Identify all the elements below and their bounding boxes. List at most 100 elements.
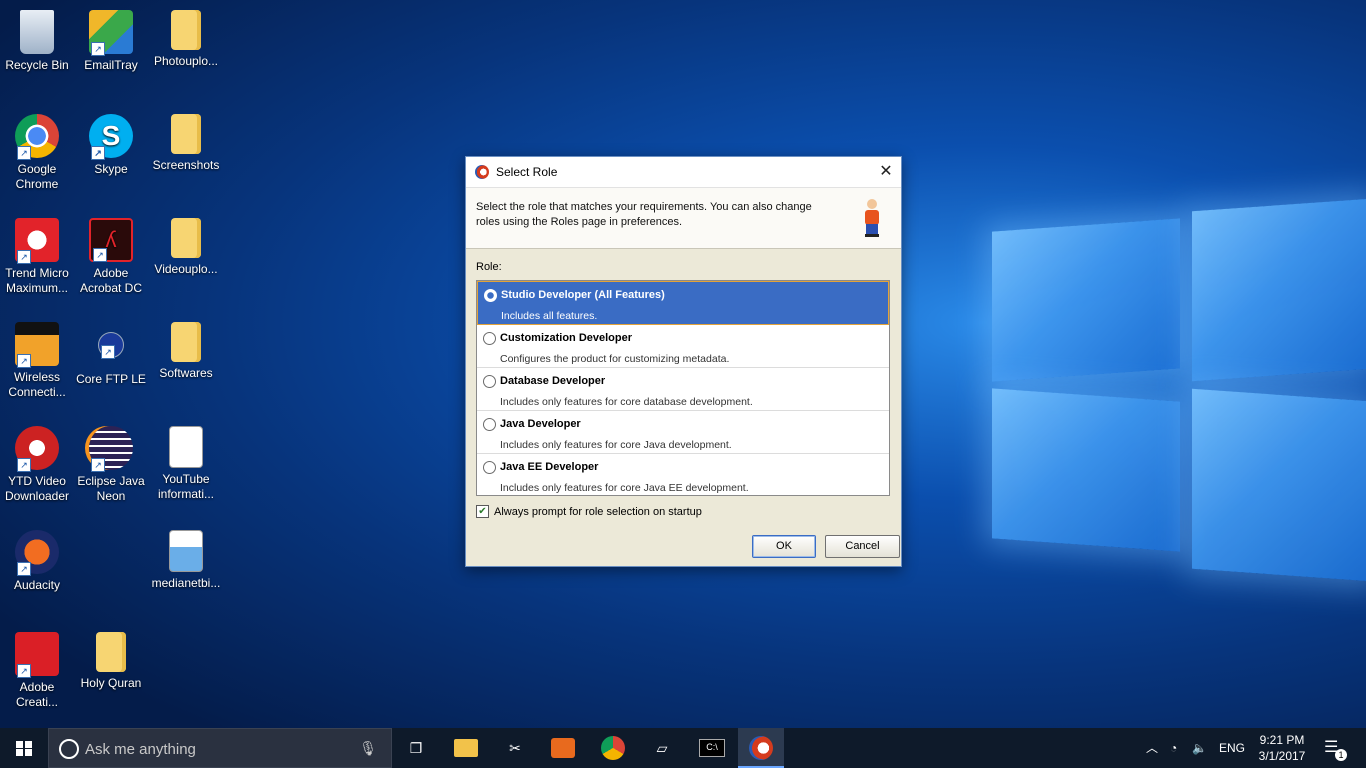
desktop-icon-label: Photouplo... bbox=[153, 54, 219, 68]
desktop-icon-videouploads[interactable]: Videouplo... bbox=[149, 218, 223, 277]
close-icon[interactable]: ✕ bbox=[871, 157, 901, 187]
dialog-title: Select Role bbox=[496, 165, 558, 179]
show-hidden-icons-chevron-icon[interactable]: ︿ bbox=[1146, 728, 1158, 768]
role-name: Database Developer bbox=[500, 375, 606, 387]
ytd-icon: ↗ bbox=[15, 426, 59, 472]
desktop-icon-ytd-downloader[interactable]: ↗ YTD Video Downloader bbox=[0, 426, 74, 504]
desktop-icon-label: Recycle Bin bbox=[5, 58, 69, 72]
person-icon bbox=[865, 199, 879, 237]
desktop-icon-label: medianetbi... bbox=[151, 576, 221, 590]
snipping-tool-icon[interactable]: ✂ bbox=[503, 736, 527, 760]
desktop-icon-label: Adobe Creati... bbox=[15, 680, 58, 709]
role-description: Includes only features for core Java EE … bbox=[500, 482, 749, 494]
desktop-icon-audacity[interactable]: ↗ Audacity bbox=[0, 530, 74, 593]
always-prompt-label: Always prompt for role selection on star… bbox=[494, 505, 702, 518]
wallpaper-logo bbox=[980, 195, 1366, 582]
role-item-database-developer[interactable]: Database Developer Includes only feature… bbox=[477, 368, 889, 411]
desktop-icon-label: Softwares bbox=[159, 366, 213, 380]
desktop-icon-label: Holy Quran bbox=[80, 676, 142, 690]
dlink-icon: ↗ bbox=[15, 322, 59, 368]
language-indicator[interactable]: ENG bbox=[1219, 728, 1245, 768]
coreftp-icon: ↗ bbox=[98, 332, 124, 359]
role-item-java-developer[interactable]: Java Developer Includes only features fo… bbox=[477, 411, 889, 454]
folder-icon bbox=[171, 218, 201, 258]
desktop-icon-adobe-acrobat[interactable]: ʎ ↗ Adobe Acrobat DC bbox=[74, 218, 148, 296]
radio-button[interactable] bbox=[483, 418, 496, 431]
trend-micro-icon: ↗ bbox=[15, 218, 59, 264]
role-name: Customization Developer bbox=[500, 332, 633, 344]
radio-button[interactable] bbox=[483, 375, 496, 388]
role-item-customization-developer[interactable]: Customization Developer Configures the p… bbox=[477, 325, 889, 368]
folder-icon bbox=[96, 632, 126, 672]
radio-button[interactable] bbox=[483, 332, 496, 345]
windows-logo-icon bbox=[16, 741, 32, 756]
chrome-taskbar-icon[interactable] bbox=[601, 736, 625, 760]
desktop-icon-eclipse[interactable]: ↗ Eclipse Java Neon bbox=[74, 426, 148, 504]
desktop-icon-adobe-creative-cloud[interactable]: ↗ Adobe Creati... bbox=[0, 632, 74, 710]
select-role-dialog: Select Role ✕ Select the role that match… bbox=[465, 156, 902, 567]
role-item-java-ee-developer[interactable]: Java EE Developer Includes only features… bbox=[477, 454, 889, 496]
desktop-icon-skype[interactable]: S ↗ Skype bbox=[74, 114, 148, 177]
clock-date: 3/1/2017 bbox=[1258, 749, 1306, 763]
taskbar: Ask me anything 🎙 ❐ ✂ ▱ C:\ ︿ ◔ 🔈 ENG 9:… bbox=[0, 728, 1366, 768]
always-prompt-checkbox[interactable]: ✔ bbox=[476, 505, 489, 518]
desktop-icon-youtube-info[interactable]: YouTube informati... bbox=[149, 426, 223, 502]
ok-button[interactable]: OK bbox=[752, 535, 816, 558]
role-item-studio-developer[interactable]: Studio Developer (All Features) Includes… bbox=[477, 281, 889, 325]
desktop-icon-recycle-bin[interactable]: Recycle Bin bbox=[0, 10, 74, 73]
desktop-icon-label: Adobe Acrobat DC bbox=[79, 266, 143, 295]
desktop-icon-wireless-connection[interactable]: ↗ Wireless Connecti... bbox=[0, 322, 74, 400]
microphone-icon[interactable]: 🎙 bbox=[359, 740, 377, 757]
chrome-icon: ↗ bbox=[15, 114, 59, 160]
dialog-header: Select the role that matches your requir… bbox=[466, 188, 901, 249]
desktop-icon-label: Skype bbox=[94, 162, 128, 176]
task-view-icon[interactable]: ❐ bbox=[404, 736, 428, 760]
desktop-icon-label: Core FTP LE bbox=[76, 372, 146, 386]
role-name: Java Developer bbox=[500, 418, 581, 430]
desktop-icon-medianetbi[interactable]: medianetbi... bbox=[149, 530, 223, 591]
clock[interactable]: 9:21 PM 3/1/2017 bbox=[1252, 732, 1312, 764]
action-center-icon[interactable]: ☰ bbox=[1324, 728, 1338, 768]
notes-icon[interactable]: ▱ bbox=[650, 736, 674, 760]
desktop-icon-softwares[interactable]: Softwares bbox=[149, 322, 223, 381]
desktop-icon-google-chrome[interactable]: ↗ Google Chrome bbox=[0, 114, 74, 192]
role-description: Includes all features. bbox=[501, 310, 598, 322]
desktop-icon-trend-micro[interactable]: ↗ Trend Micro Maximum... bbox=[0, 218, 74, 296]
role-list: Studio Developer (All Features) Includes… bbox=[476, 280, 890, 496]
network-icon[interactable]: ◔ bbox=[1170, 728, 1177, 768]
desktop-icon-label: Videouplo... bbox=[154, 262, 218, 276]
media-player-icon[interactable] bbox=[551, 738, 575, 758]
command-prompt-icon[interactable]: C:\ bbox=[699, 739, 725, 757]
start-button[interactable] bbox=[0, 728, 48, 768]
radio-button[interactable] bbox=[483, 461, 496, 474]
skype-icon: S ↗ bbox=[89, 114, 133, 160]
desktop-icon-core-ftp[interactable]: ↗ Core FTP LE bbox=[74, 322, 148, 387]
desktop-icon-label: Audacity bbox=[13, 578, 61, 592]
desktop-icon-label: Screenshots bbox=[152, 158, 220, 172]
file-explorer-icon[interactable] bbox=[454, 739, 478, 757]
desktop-icon-label: YTD Video Downloader bbox=[4, 474, 70, 503]
emailtray-icon: ↗ bbox=[89, 10, 133, 56]
role-description: Configures the product for customizing m… bbox=[500, 353, 730, 365]
app-icon bbox=[475, 165, 489, 179]
volume-icon[interactable]: 🔈 bbox=[1192, 728, 1207, 768]
desktop-icon-label: YouTube informati... bbox=[157, 472, 214, 501]
desktop-icon-photouploads[interactable]: Photouplo... bbox=[149, 10, 223, 69]
image-file-icon bbox=[169, 530, 203, 572]
dialog-titlebar[interactable]: Select Role ✕ bbox=[466, 157, 901, 188]
radio-button[interactable] bbox=[484, 289, 497, 302]
document-icon bbox=[169, 426, 203, 468]
desktop-icon-emailtray[interactable]: ↗ EmailTray bbox=[74, 10, 148, 73]
folder-icon bbox=[171, 114, 201, 154]
desktop-icon-holy-quran[interactable]: Holy Quran bbox=[74, 632, 148, 691]
desktop-icon-screenshots[interactable]: Screenshots bbox=[149, 114, 223, 173]
always-prompt-row[interactable]: ✔ Always prompt for role selection on st… bbox=[476, 505, 702, 518]
dialog-description: Select the role that matches your requir… bbox=[476, 201, 812, 228]
clock-time: 9:21 PM bbox=[1259, 733, 1305, 747]
desktop-icon-label: EmailTray bbox=[84, 58, 138, 72]
jdeveloper-taskbar-item[interactable] bbox=[738, 728, 784, 768]
audacity-icon: ↗ bbox=[15, 530, 59, 576]
cancel-button[interactable]: Cancel bbox=[825, 535, 900, 558]
creative-cloud-icon: ↗ bbox=[15, 632, 59, 678]
search-box[interactable]: Ask me anything 🎙 bbox=[48, 728, 392, 768]
